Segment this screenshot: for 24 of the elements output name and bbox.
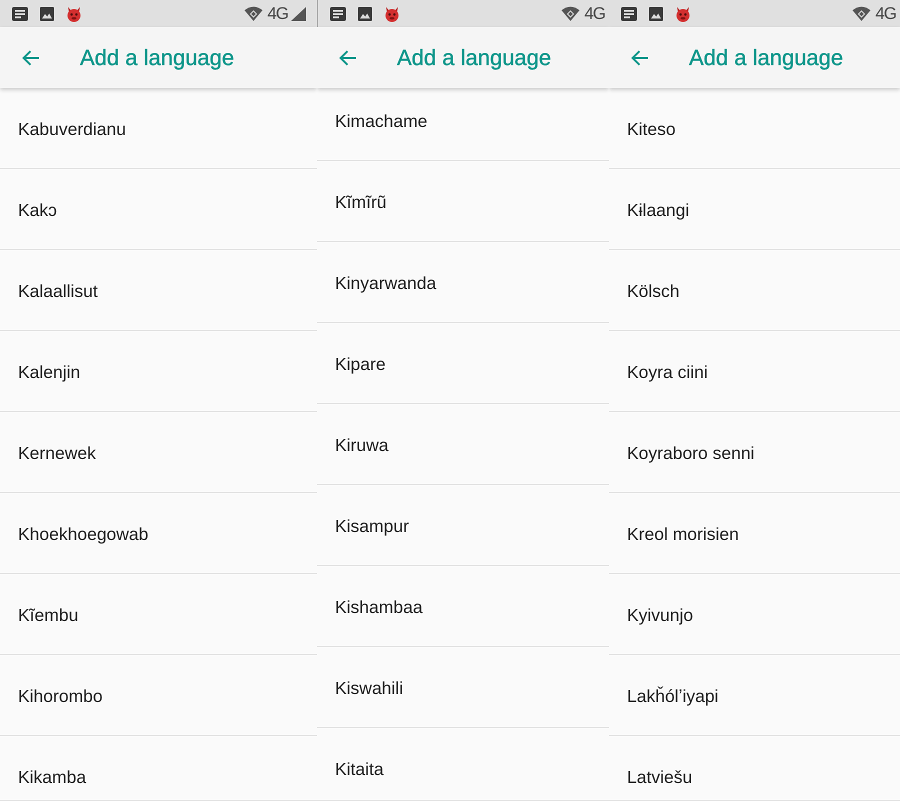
network-type-label: 4G [267,5,288,22]
horned-face-icon [66,6,82,22]
back-arrow-icon [631,50,649,66]
horned-face-icon [675,6,691,22]
network-type-label: 4G [875,5,896,22]
notes-icon [621,6,637,20]
wifi-icon [852,6,872,21]
notes-icon [12,6,28,20]
back-button[interactable] [339,50,357,66]
network-type-label: 4G [584,5,605,22]
back-button[interactable] [631,50,649,66]
image-icon [40,6,54,20]
page-title: Add a language [397,44,552,70]
image-icon [649,6,663,20]
page-title: Add a language [689,44,844,70]
wifi-icon [244,6,264,21]
image-icon [358,6,372,20]
wifi-icon [561,6,580,21]
back-button[interactable] [22,50,40,66]
notes-icon [330,6,346,20]
horned-face-icon [384,6,400,22]
page-title: Add a language [80,44,234,70]
back-arrow-icon [339,50,357,66]
back-arrow-icon [22,50,40,66]
